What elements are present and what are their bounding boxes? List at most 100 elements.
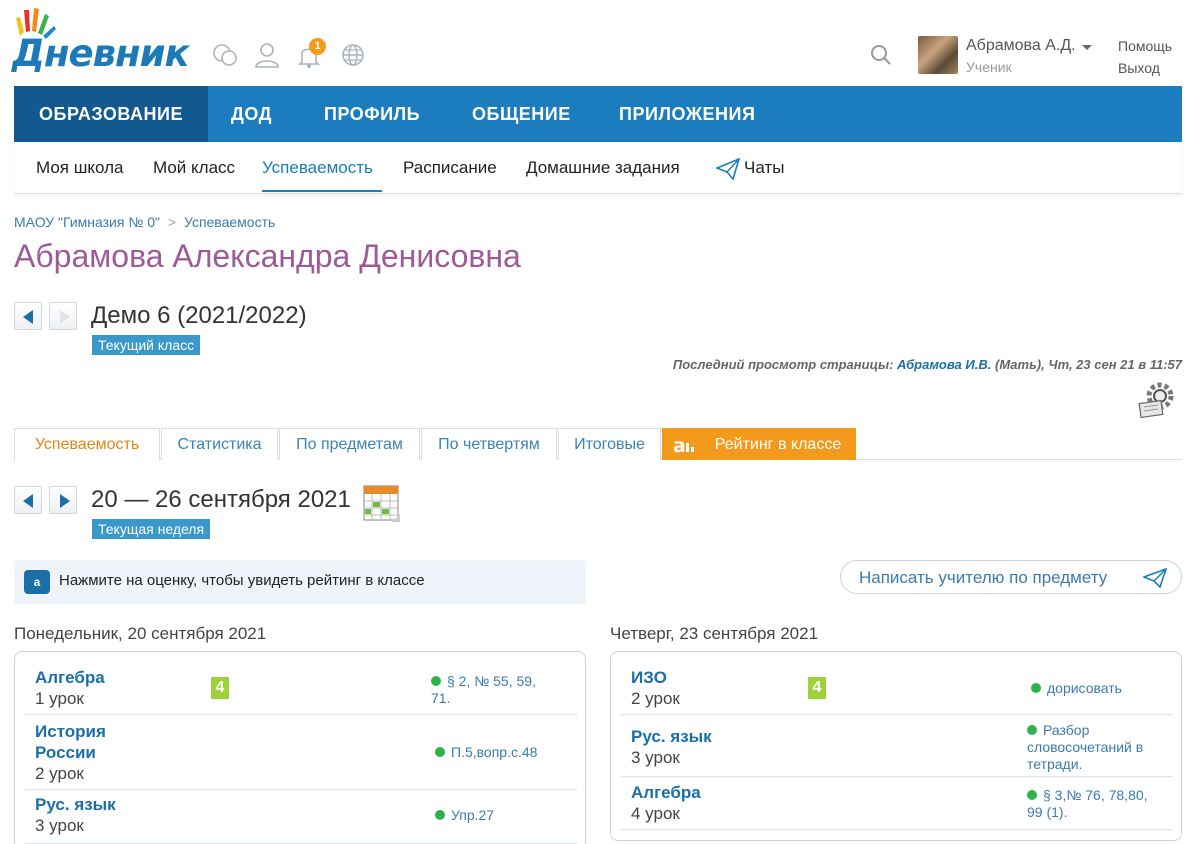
lesson-number: 1 урок — [35, 689, 84, 708]
logout-link[interactable]: Выход — [1118, 60, 1160, 76]
grade-badge[interactable]: 4 — [808, 677, 826, 699]
main-nav-education[interactable]: ОБРАЗОВАНИЕ — [14, 86, 208, 142]
chat-icon[interactable] — [210, 40, 240, 70]
logo-text: Дневник — [12, 32, 190, 75]
paper-plane-icon — [1143, 568, 1167, 588]
search-icon[interactable] — [868, 42, 894, 68]
grade-badge[interactable]: 4 — [211, 677, 229, 699]
homework[interactable]: дорисовать — [1031, 680, 1122, 697]
status-dot-icon — [435, 747, 445, 757]
sub-nav-my-school[interactable]: Моя школа — [36, 158, 123, 178]
homework-text: § 3,№ 76, 78,80, — [1043, 787, 1148, 803]
breadcrumb-separator: > — [167, 214, 177, 230]
lesson-row: История России 2 урок П.5,вопр.с.48 — [25, 716, 577, 790]
homework[interactable]: § 3,№ 76, 78,80, 99 (1). — [1027, 787, 1148, 821]
help-link[interactable]: Помощь — [1118, 38, 1172, 54]
homework-text-cont: 71. — [431, 690, 451, 706]
lesson-row: Алгебра 4 урок § 3,№ 76, 78,80, 99 (1). — [621, 778, 1173, 830]
last-view-user[interactable]: Абрамова И.В. — [897, 357, 991, 372]
next-class-button[interactable] — [49, 302, 77, 330]
tab-progress[interactable]: Успеваемость — [14, 428, 160, 461]
status-dot-icon — [1027, 725, 1037, 735]
lesson-subject[interactable]: История — [35, 721, 106, 742]
main-nav-apps[interactable]: ПРИЛОЖЕНИЯ — [619, 86, 755, 142]
homework-text: Разбор — [1043, 722, 1090, 738]
day-title-thursday: Четверг, 23 сентября 2021 — [610, 624, 819, 643]
last-view-suffix: (Мать), Чт, 23 сен 21 в 11:57 — [994, 357, 1182, 372]
arrow-right-icon — [60, 310, 70, 324]
notification-badge: 1 — [309, 38, 326, 55]
hint-text: Нажмите на оценку, чтобы увидеть рейтинг… — [59, 572, 425, 589]
homework[interactable]: П.5,вопр.с.48 — [435, 744, 537, 761]
tab-rating[interactable]: a Рейтинг в классе — [662, 428, 856, 460]
homework[interactable]: § 2, № 55, 59, 71. — [431, 673, 536, 707]
paper-plane-icon — [716, 158, 740, 180]
day-title-monday: Понедельник, 20 сентября 2021 — [14, 624, 267, 643]
current-week-tag: Текущая неделя — [92, 519, 211, 539]
status-dot-icon — [1031, 683, 1041, 693]
lesson-subject[interactable]: Алгебра — [631, 782, 701, 803]
rating-hint: a Нажмите на оценку, чтобы увидеть рейти… — [14, 560, 586, 604]
tab-final[interactable]: Итоговые — [558, 428, 661, 460]
rating-logo-icon: a — [673, 435, 694, 455]
write-teacher-label: Написать учителю по предмету — [859, 568, 1108, 587]
tab-by-subject[interactable]: По предметам — [279, 428, 420, 460]
sub-nav-my-class[interactable]: Мой класс — [153, 158, 235, 178]
lesson-subject-cont[interactable]: России — [35, 742, 96, 763]
lesson-row: Рус. язык 3 урок Разбор словосочетаний в… — [621, 716, 1173, 777]
arrow-right-icon — [60, 494, 70, 508]
homework[interactable]: Упр.27 — [435, 807, 494, 824]
sub-nav-progress[interactable]: Успеваемость — [262, 158, 373, 178]
homework-text: дорисовать — [1047, 680, 1122, 696]
tab-by-quarter[interactable]: По четвертям — [421, 428, 557, 460]
last-view-info: Последний просмотр страницы: Абрамова И.… — [673, 357, 1182, 372]
last-view-prefix: Последний просмотр страницы: — [672, 357, 894, 372]
lesson-subject[interactable]: Алгебра — [35, 667, 105, 688]
lesson-subject[interactable]: Рус. язык — [35, 794, 116, 815]
lesson-subject[interactable]: Рус. язык — [631, 726, 712, 747]
svg-text:a: a — [673, 435, 686, 455]
tab-rating-label: Рейтинг в классе — [714, 436, 842, 453]
homework-text: П.5,вопр.с.48 — [451, 744, 538, 760]
week-label: 20 — 26 сентября 2021 — [91, 486, 351, 513]
globe-icon[interactable] — [338, 40, 368, 70]
status-dot-icon — [431, 676, 441, 686]
lesson-subject[interactable]: ИЗО — [631, 667, 667, 688]
sub-nav-schedule[interactable]: Расписание — [403, 158, 497, 178]
main-nav: ОБРАЗОВАНИЕ ДОД ПРОФИЛЬ ОБЩЕНИЕ ПРИЛОЖЕН… — [14, 86, 1182, 142]
arrow-left-icon — [23, 310, 33, 324]
next-week-button[interactable] — [49, 486, 77, 514]
class-label: Демо 6 (2021/2022) — [91, 302, 307, 329]
main-nav-profile[interactable]: ПРОФИЛЬ — [324, 86, 420, 142]
write-teacher-button[interactable]: Написать учителю по предмету — [840, 560, 1182, 594]
lesson-number: 4 урок — [631, 804, 680, 823]
status-dot-icon — [1027, 790, 1037, 800]
prev-week-button[interactable] — [14, 486, 42, 514]
settings-gear-icon[interactable] — [1136, 378, 1180, 420]
homework-text-cont: тетради. — [1027, 756, 1083, 772]
calendar-icon[interactable] — [362, 484, 402, 524]
main-nav-dod[interactable]: ДОД — [231, 86, 272, 142]
sub-nav-chats[interactable]: Чаты — [744, 158, 784, 178]
sub-nav-homework[interactable]: Домашние задания — [526, 158, 680, 178]
page-title: Абрамова Александра Денисовна — [14, 238, 521, 274]
user-name[interactable]: Абрамова А.Д. — [966, 37, 1076, 55]
tab-statistics[interactable]: Статистика — [161, 428, 278, 460]
homework[interactable]: Разбор словосочетаний в тетради. — [1027, 722, 1143, 773]
main-nav-communication[interactable]: ОБЩЕНИЕ — [472, 86, 571, 142]
arrow-left-icon — [23, 494, 33, 508]
lesson-row: Рус. язык 3 урок Упр.27 — [25, 791, 577, 844]
lesson-row: ИЗО 2 урок 4 дорисовать — [621, 662, 1173, 715]
chevron-down-icon[interactable] — [1082, 45, 1092, 50]
sub-nav: Моя школа Мой класс Успеваемость Расписа… — [14, 142, 1182, 194]
prev-class-button[interactable] — [14, 302, 42, 330]
active-tab-underline — [262, 190, 382, 192]
breadcrumb-current[interactable]: Успеваемость — [184, 214, 275, 230]
profile-icon[interactable] — [252, 40, 282, 70]
logo[interactable]: Дневник — [12, 6, 194, 75]
status-dot-icon — [435, 810, 445, 820]
rating-app-icon: a — [24, 570, 50, 594]
breadcrumb-school[interactable]: МАОУ "Гимназия № 0" — [14, 214, 160, 230]
avatar[interactable] — [918, 36, 958, 74]
current-class-tag: Текущий класс — [92, 335, 201, 355]
